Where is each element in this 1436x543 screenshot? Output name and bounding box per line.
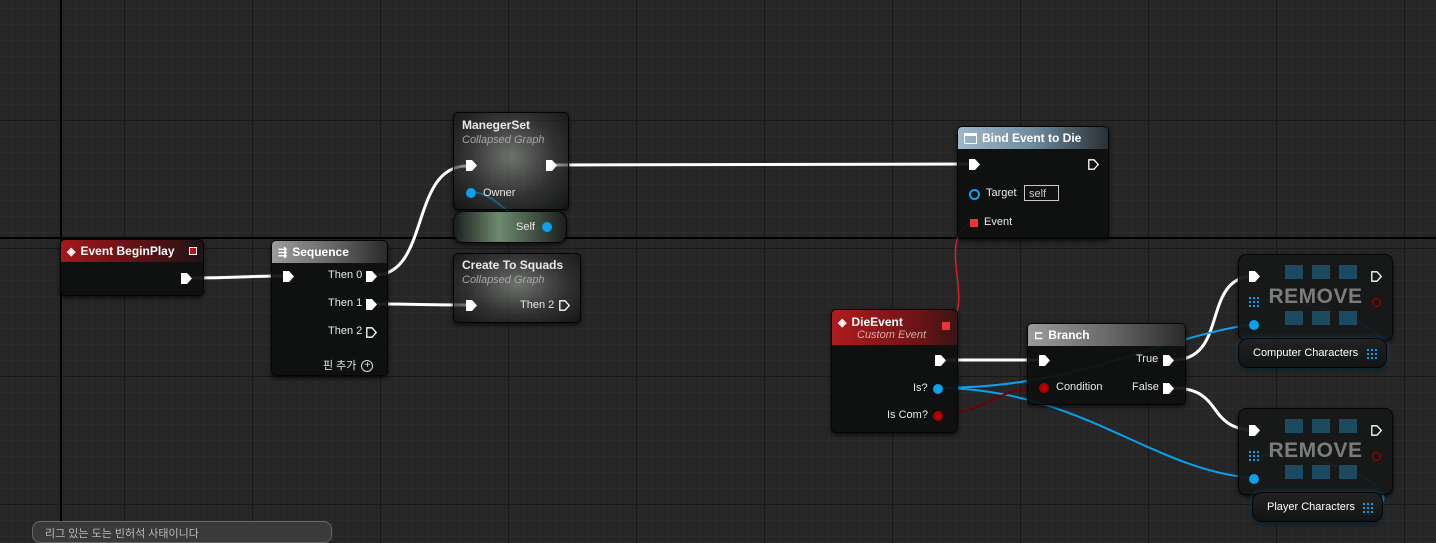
exec-output-pin-icon[interactable] bbox=[1371, 425, 1382, 436]
node-title: Create To Squads bbox=[462, 258, 564, 272]
remove-node-player[interactable]: REMOVE bbox=[1238, 408, 1393, 495]
array-pin-icon[interactable] bbox=[1367, 349, 1377, 359]
node-title: Branch bbox=[1048, 328, 1090, 342]
exec-input-pin-icon[interactable] bbox=[1039, 355, 1050, 366]
false-pin-icon[interactable] bbox=[1163, 383, 1174, 394]
node-title-row: ◈ DieEvent bbox=[838, 315, 903, 329]
event-pin-icon[interactable] bbox=[970, 219, 978, 227]
return-bool-pin-icon[interactable] bbox=[1372, 452, 1381, 461]
node-header: ⇶ Sequence bbox=[272, 241, 387, 263]
is-com-label: Is Com? bbox=[887, 409, 928, 421]
add-pin-label: 핀 추가 bbox=[323, 360, 357, 372]
target-pin-icon[interactable] bbox=[969, 189, 980, 200]
node-subtitle: Collapsed Graph bbox=[462, 134, 545, 146]
false-label: False bbox=[1132, 381, 1159, 393]
target-array-pin-icon[interactable] bbox=[1249, 297, 1259, 307]
variable-label: Computer Characters bbox=[1253, 347, 1359, 359]
exec-input-pin-icon[interactable] bbox=[1249, 271, 1260, 282]
then-1-label: Then 1 bbox=[328, 297, 363, 309]
node-header: Bind Event to Die bbox=[958, 127, 1108, 149]
array-pin-icon[interactable] bbox=[1363, 503, 1373, 513]
manegerset-node[interactable]: ManegerSet Collapsed Graph Owner bbox=[453, 112, 569, 210]
true-pin-icon[interactable] bbox=[1163, 355, 1174, 366]
branch-node[interactable]: ⊏ Branch True Condition False bbox=[1027, 323, 1186, 405]
node-subtitle: Collapsed Graph bbox=[462, 274, 545, 286]
bind-event-node[interactable]: Bind Event to Die Target self Event bbox=[957, 126, 1109, 239]
exec-input-pin-icon[interactable] bbox=[969, 159, 980, 170]
exec-output-pin-icon[interactable] bbox=[1088, 159, 1099, 170]
node-title: Bind Event to Die bbox=[982, 131, 1082, 145]
return-bool-pin-icon[interactable] bbox=[1372, 298, 1381, 307]
player-characters-variable[interactable]: Player Characters bbox=[1252, 492, 1383, 522]
delegate-pin-icon[interactable] bbox=[189, 247, 197, 255]
exec-input-pin-icon[interactable] bbox=[466, 160, 477, 171]
notification-toast[interactable]: 리그 있는 도는 빈허석 사태이니다 bbox=[32, 521, 332, 543]
event-diamond-icon: ◈ bbox=[838, 316, 847, 329]
node-title: DieEvent bbox=[851, 314, 903, 329]
is-pin-icon[interactable] bbox=[933, 384, 943, 394]
owner-pin-icon[interactable] bbox=[466, 188, 476, 198]
node-header: ◈ Event BeginPlay bbox=[61, 240, 203, 262]
variable-label: Player Characters bbox=[1267, 501, 1356, 513]
notification-text: 리그 있는 도는 빈허석 사태이니다 bbox=[45, 528, 199, 540]
die-event-node[interactable]: ◈ DieEvent Custom Event Is? Is Com? bbox=[831, 309, 958, 433]
true-label: True bbox=[1136, 353, 1159, 365]
then-2-label: Then 2 bbox=[328, 325, 363, 337]
exec-input-pin-icon[interactable] bbox=[1249, 425, 1260, 436]
item-pin-icon[interactable] bbox=[1249, 320, 1259, 330]
exec-input-pin-icon[interactable] bbox=[283, 271, 294, 282]
create-to-squads-node[interactable]: Create To Squads Collapsed Graph Then 2 bbox=[453, 253, 581, 323]
sequence-node[interactable]: ⇶ Sequence Then 0 Then 1 Then 2 핀 추가 + bbox=[271, 240, 388, 376]
self-label: Self bbox=[516, 221, 535, 233]
exec-output-pin-icon[interactable] bbox=[935, 355, 946, 366]
exec-output-pin-icon[interactable] bbox=[546, 160, 557, 171]
event-beginplay-node[interactable]: ◈ Event BeginPlay bbox=[60, 239, 204, 296]
self-pin-icon[interactable] bbox=[542, 222, 552, 232]
node-header: ◈ DieEvent Custom Event bbox=[832, 310, 957, 345]
function-icon bbox=[964, 132, 977, 144]
node-subtitle: Custom Event bbox=[857, 328, 927, 341]
target-value-field[interactable]: self bbox=[1024, 185, 1059, 201]
node-title: Sequence bbox=[292, 245, 349, 259]
then-2-pin-icon[interactable] bbox=[366, 327, 377, 338]
event-diamond-icon: ◈ bbox=[67, 245, 76, 258]
node-title: Event BeginPlay bbox=[80, 244, 175, 258]
computer-characters-variable[interactable]: Computer Characters bbox=[1238, 338, 1387, 368]
self-node[interactable]: Self bbox=[453, 211, 567, 243]
remove-label: REMOVE bbox=[1268, 439, 1363, 462]
then-2-label: Then 2 bbox=[520, 299, 555, 311]
target-label: Target bbox=[986, 187, 1017, 199]
node-header: ⊏ Branch bbox=[1028, 324, 1185, 346]
target-array-pin-icon[interactable] bbox=[1249, 451, 1259, 461]
then-1-pin-icon[interactable] bbox=[366, 299, 377, 310]
sequence-icon: ⇶ bbox=[278, 246, 288, 259]
owner-label: Owner bbox=[483, 187, 516, 199]
add-pin-button[interactable]: 핀 추가 + bbox=[323, 357, 374, 373]
condition-pin-icon[interactable] bbox=[1039, 383, 1049, 393]
wire-layer bbox=[191, 162, 1385, 508]
then-0-label: Then 0 bbox=[328, 269, 363, 281]
remove-label: REMOVE bbox=[1268, 285, 1363, 308]
add-pin-plus-icon: + bbox=[361, 360, 374, 373]
grid-axis-horizontal bbox=[0, 237, 1436, 239]
delegate-pin-icon[interactable] bbox=[942, 322, 950, 330]
branch-icon: ⊏ bbox=[1034, 329, 1044, 342]
is-com-pin-icon[interactable] bbox=[933, 411, 943, 421]
remove-node-computer[interactable]: REMOVE bbox=[1238, 254, 1393, 341]
item-pin-icon[interactable] bbox=[1249, 474, 1259, 484]
exec-wire-manegerset-bindevent bbox=[554, 162, 971, 167]
exec-input-pin-icon[interactable] bbox=[466, 300, 477, 311]
exec-output-pin-icon[interactable] bbox=[559, 300, 570, 311]
is-label: Is? bbox=[913, 382, 928, 394]
exec-output-pin-icon[interactable] bbox=[1371, 271, 1382, 282]
condition-label: Condition bbox=[1056, 381, 1103, 393]
event-label: Event bbox=[984, 216, 1013, 228]
node-title: ManegerSet bbox=[462, 118, 531, 132]
exec-output-pin-icon[interactable] bbox=[181, 273, 192, 284]
then-0-pin-icon[interactable] bbox=[366, 271, 377, 282]
